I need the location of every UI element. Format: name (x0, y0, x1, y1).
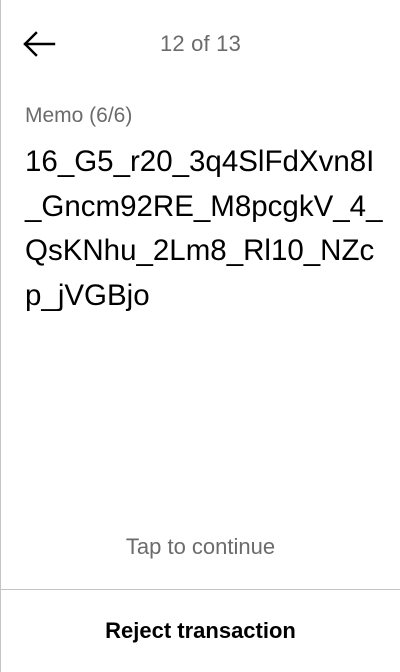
page-counter: 12 of 13 (159, 31, 242, 56)
memo-value: 16_G5_r20_3q4SlFdXvn8I_Gncm92RE_M8pcgkV_… (25, 145, 383, 313)
memo-label: Memo (6/6) (25, 104, 133, 127)
transaction-review-screen: 12 of 13 Memo (6/6) 16_G5_r20_3q4SlFdXvn… (0, 0, 400, 672)
reject-transaction-button[interactable]: Reject transaction (1, 590, 400, 672)
tap-to-continue[interactable]: Tap to continue (1, 533, 400, 561)
header: 12 of 13 (1, 0, 400, 88)
